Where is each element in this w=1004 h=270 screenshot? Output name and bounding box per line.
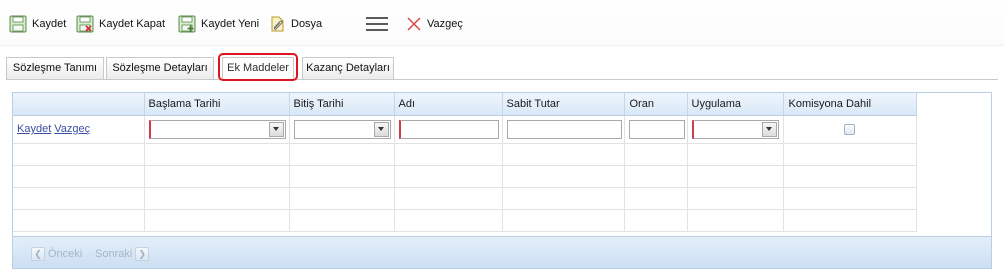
- bitis-tarihi-combobox[interactable]: [293, 119, 391, 139]
- tab-label: Sözleşme Tanımı: [12, 62, 98, 74]
- grid-header-row: Başlama Tarihi Bitiş Tarihi Adı Sabit Tu…: [13, 93, 917, 116]
- adi-input[interactable]: [398, 119, 499, 139]
- pager-previous-button[interactable]: ❮ Önceki: [31, 246, 82, 262]
- cancel-button[interactable]: Vazgeç: [406, 13, 463, 35]
- oran-input[interactable]: [628, 119, 685, 139]
- tab-label: Sözleşme Detayları: [112, 62, 208, 74]
- tab-sozlesme-tanimi[interactable]: Sözleşme Tanımı: [6, 57, 104, 79]
- file-attach-icon: [271, 16, 284, 32]
- cancel-label: Vazgeç: [427, 18, 463, 30]
- chevron-down-icon[interactable]: [373, 121, 389, 137]
- column-header-baslama-tarihi[interactable]: Başlama Tarihi: [144, 93, 290, 116]
- sabit-tutar-input[interactable]: [506, 119, 622, 139]
- cell-komisyona-dahil: [783, 115, 917, 144]
- table-row: [13, 165, 917, 188]
- save-new-button[interactable]: Kaydet Yeni: [178, 13, 259, 35]
- column-header-bitis-tarihi[interactable]: Bitiş Tarihi: [289, 93, 395, 116]
- save-button[interactable]: Kaydet: [9, 13, 66, 35]
- save-close-icon: [76, 15, 94, 33]
- hamburger-menu-icon[interactable]: [366, 17, 388, 31]
- row-cancel-link[interactable]: Vazgeç: [54, 123, 90, 135]
- save-close-label: Kaydet Kapat: [99, 18, 166, 30]
- column-header-komisyona-dahil[interactable]: Komisyona Dahil: [783, 93, 917, 116]
- grid-table: Başlama Tarihi Bitiş Tarihi Adı Sabit Tu…: [13, 93, 917, 232]
- save-icon: [9, 15, 27, 33]
- row-actions: Kaydet Vazgeç: [13, 115, 145, 144]
- column-header-actions: [13, 93, 145, 116]
- cell-sabit-tutar: [502, 115, 625, 144]
- file-label: Dosya: [291, 18, 323, 30]
- tab-label: Ek Maddeler: [227, 62, 289, 74]
- chevron-down-icon[interactable]: [761, 121, 777, 137]
- close-icon: [407, 17, 421, 31]
- pager-next-label: Sonraki: [95, 248, 133, 260]
- chevron-right-icon: ❯: [135, 247, 150, 261]
- cell-baslama-tarihi: [144, 115, 290, 144]
- table-row: [13, 187, 917, 210]
- chevron-down-icon[interactable]: [268, 121, 284, 137]
- column-header-adi[interactable]: Adı: [394, 93, 503, 116]
- cell-oran: [624, 115, 688, 144]
- chevron-left-icon: ❮: [31, 247, 45, 261]
- table-row: [13, 143, 917, 166]
- save-close-button[interactable]: Kaydet Kapat: [76, 13, 165, 35]
- column-header-uygulama[interactable]: Uygulama: [687, 93, 784, 116]
- cell-adi: [394, 115, 503, 144]
- ek-maddeler-grid: Başlama Tarihi Bitiş Tarihi Adı Sabit Tu…: [12, 92, 992, 269]
- tab-label: Kazanç Detayları: [306, 62, 390, 74]
- edit-row: Kaydet Vazgeç: [13, 115, 917, 144]
- komisyona-dahil-checkbox[interactable]: [844, 123, 855, 135]
- cell-bitis-tarihi: [289, 115, 395, 144]
- save-new-label: Kaydet Yeni: [201, 18, 260, 30]
- column-header-sabit-tutar[interactable]: Sabit Tutar: [502, 93, 625, 116]
- table-row: [13, 209, 917, 232]
- save-label: Kaydet: [32, 18, 67, 30]
- tab-kazanc-detaylari[interactable]: Kazanç Detayları: [302, 57, 394, 79]
- column-header-oran[interactable]: Oran: [624, 93, 688, 116]
- tab-sozlesme-detaylari[interactable]: Sözleşme Detayları: [106, 57, 214, 79]
- uygulama-combobox[interactable]: [691, 119, 779, 139]
- file-button[interactable]: Dosya: [268, 13, 322, 35]
- save-new-icon: [178, 15, 196, 33]
- tab-ek-maddeler[interactable]: Ek Maddeler: [222, 57, 294, 79]
- tab-divider: [6, 79, 998, 80]
- cell-uygulama: [687, 115, 784, 144]
- baslama-tarihi-combobox[interactable]: [148, 119, 286, 139]
- row-save-link[interactable]: Kaydet: [17, 123, 51, 135]
- grid-pager: ❮ Önceki Sonraki ❯: [13, 236, 991, 268]
- pager-next-button[interactable]: Sonraki ❯: [95, 246, 150, 262]
- pager-previous-label: Önceki: [48, 248, 83, 260]
- toolbar: Kaydet Kaydet Kapat Kaydet Yeni Dosya Va…: [0, 0, 1004, 46]
